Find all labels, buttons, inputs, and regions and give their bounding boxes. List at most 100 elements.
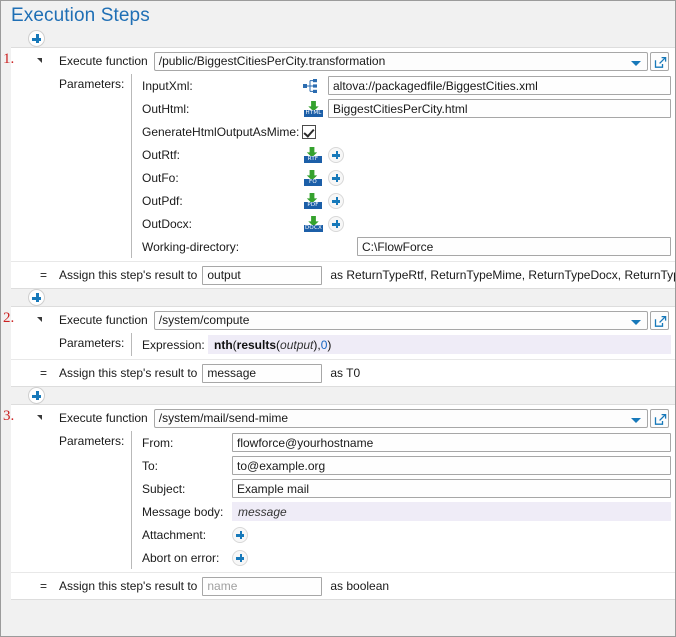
open-function-button[interactable] <box>650 52 669 71</box>
equals-sign: = <box>40 268 59 282</box>
assign-result-input[interactable]: name <box>202 577 322 596</box>
equals-sign: = <box>40 366 59 380</box>
assign-result-value: name <box>207 579 237 593</box>
step-number: 1. <box>3 51 23 68</box>
add-param-value-button[interactable] <box>328 193 344 209</box>
param-text-input[interactable]: to@example.org <box>232 456 671 475</box>
execution-step-1: 1.Execute function/public/BiggestCitiesP… <box>11 47 675 289</box>
add-param-value-button[interactable] <box>328 216 344 232</box>
param-row: To: to@example.org <box>142 454 675 477</box>
execute-function-label: Execute function <box>59 313 148 327</box>
execution-step-2: 2.Execute function/system/computeParamet… <box>11 306 675 387</box>
parameters-list: Expression:nth(results(output), 0) <box>142 333 675 356</box>
function-path-value: /system/compute <box>159 313 250 327</box>
param-row: Expression:nth(results(output), 0) <box>142 333 675 356</box>
param-text-input[interactable]: Example mail <box>232 479 671 498</box>
expr-token: message <box>238 505 287 519</box>
param-text-input[interactable]: flowforce@yourhostname <box>232 433 671 452</box>
add-param-value-button[interactable] <box>328 170 344 186</box>
add-step-band-3 <box>1 387 675 404</box>
param-row: OutRtf:RTF <box>142 143 675 166</box>
param-label: Working-directory: <box>142 240 302 254</box>
file-output-html-icon: HTML <box>302 101 322 117</box>
param-label: OutHtml: <box>142 102 302 116</box>
assign-result-label: Assign this step's result to <box>59 268 197 282</box>
assign-result-input[interactable]: message <box>202 364 322 383</box>
parameters-list: From: flowforce@yourhostname To: to@example… <box>142 431 675 569</box>
add-param-value-button[interactable] <box>232 527 248 543</box>
divider <box>131 431 132 569</box>
assign-result-label: Assign this step's result to <box>59 366 197 380</box>
collapse-toggle-icon[interactable] <box>37 58 42 63</box>
assign-result-row: =Assign this step's result tonameas bool… <box>11 572 675 599</box>
expr-token: 0 <box>321 338 328 352</box>
param-value: to@example.org <box>237 459 325 473</box>
add-step-button[interactable] <box>28 30 45 47</box>
param-label: From: <box>142 436 232 450</box>
add-step-button[interactable] <box>28 387 45 404</box>
param-value: BiggestCitiesPerCity.html <box>333 102 467 116</box>
chevron-down-icon[interactable] <box>631 61 641 66</box>
assign-result-row: =Assign this step's result tomessageas T… <box>11 359 675 386</box>
add-step-band-1 <box>1 30 675 47</box>
param-checkbox[interactable] <box>302 125 316 139</box>
expression-field[interactable]: nth(results(output), 0) <box>208 335 671 354</box>
function-path-combo[interactable]: /public/BiggestCitiesPerCity.transformat… <box>154 52 648 71</box>
file-output-fo-icon: FO <box>302 170 322 186</box>
divider <box>131 74 132 258</box>
param-text-input[interactable]: BiggestCitiesPerCity.html <box>328 99 671 118</box>
parameters-section: Parameters:InputXml:altova://packagedfil… <box>11 74 675 261</box>
function-path-value: /public/BiggestCitiesPerCity.transformat… <box>159 54 386 68</box>
page-title: Execution Steps <box>11 5 150 27</box>
chevron-down-icon[interactable] <box>631 418 641 423</box>
divider <box>131 333 132 356</box>
param-row: Message body:message <box>142 500 675 523</box>
param-row: Working-directory: C:\FlowForce <box>142 235 675 258</box>
chevron-down-icon[interactable] <box>631 320 641 325</box>
function-path-combo[interactable]: /system/compute <box>154 311 648 330</box>
execute-function-row: Execute function/system/mail/send-mime <box>11 405 675 431</box>
open-function-button[interactable] <box>650 409 669 428</box>
expr-token: nth <box>214 338 233 352</box>
expression-field[interactable]: message <box>232 502 671 521</box>
param-row: GenerateHtmlOutputAsMime: <box>142 120 675 143</box>
param-row: OutDocx:DOCX <box>142 212 675 235</box>
collapse-toggle-icon[interactable] <box>37 415 42 420</box>
param-row: OutPdf:PDF <box>142 189 675 212</box>
param-label: To: <box>142 459 232 473</box>
collapse-toggle-icon[interactable] <box>37 317 42 322</box>
param-text-input[interactable]: C:\FlowForce <box>357 237 671 256</box>
param-row: From: flowforce@yourhostname <box>142 431 675 454</box>
file-output-docx-icon: DOCX <box>302 216 322 232</box>
add-step-band-2 <box>1 289 675 306</box>
parameters-section: Parameters: Expression:nth(results(output… <box>11 333 675 359</box>
file-output-rtf-icon: RTF <box>302 147 322 163</box>
param-label: Expression: <box>142 338 208 352</box>
steps-container: 1. Execute function/public/BiggestCitiesP… <box>1 30 675 636</box>
equals-sign: = <box>40 579 59 593</box>
param-label: GenerateHtmlOutputAsMime: <box>142 125 302 139</box>
add-param-value-button[interactable] <box>232 550 248 566</box>
param-label: OutRtf: <box>142 148 302 162</box>
open-function-button[interactable] <box>650 311 669 330</box>
assign-result-value: output <box>207 268 240 282</box>
execute-function-label: Execute function <box>59 54 148 68</box>
parameters-section: Parameters:From:flowforce@yourhostnameTo… <box>11 431 675 572</box>
param-label: OutDocx: <box>142 217 302 231</box>
assign-result-input[interactable]: output <box>202 266 322 285</box>
function-path-value: /system/mail/send-mime <box>159 411 288 425</box>
step-number: 3. <box>3 408 23 425</box>
assign-result-row: =Assign this step's result to output as Re… <box>11 261 675 288</box>
assign-result-type: as ReturnTypeRtf, ReturnTypeMime, Return… <box>330 268 675 282</box>
function-path-combo[interactable]: /system/mail/send-mime <box>154 409 648 428</box>
param-row: Attachment: <box>142 523 675 546</box>
param-row: Subject:Example mail <box>142 477 675 500</box>
add-step-button[interactable] <box>28 289 45 306</box>
param-text-input[interactable]: altova://packagedfile/BiggestCities.xml <box>328 76 671 95</box>
param-label: Subject: <box>142 482 232 496</box>
param-value: flowforce@yourhostname <box>237 436 373 450</box>
param-label: OutPdf: <box>142 194 302 208</box>
add-param-value-button[interactable] <box>328 147 344 163</box>
parameters-label: Parameters: <box>59 333 131 356</box>
param-row: Abort on error: <box>142 546 675 569</box>
